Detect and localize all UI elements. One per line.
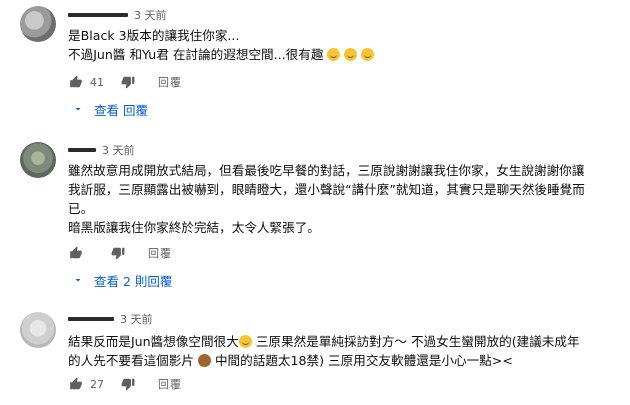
comment-line: 雖然故意用成開放式結局，但看最後吃早餐的對話，三原說謝謝讓我住你家，女生說謝謝你… (68, 163, 585, 178)
comment-header: 3 天前 (68, 312, 153, 326)
avatar[interactable] (20, 6, 56, 42)
thumbs-down-icon[interactable] (120, 74, 136, 90)
view-replies-button[interactable]: 查看 回覆 (70, 99, 148, 119)
comment-actions: 回覆 (68, 243, 172, 263)
author-name-redacted[interactable] (68, 13, 128, 17)
reply-button[interactable]: 回覆 (158, 376, 182, 392)
grinning-emoji-icon (327, 48, 341, 61)
view-replies-button[interactable]: 查看 2 則回覆 (70, 270, 172, 290)
comment-line-with-emoji: 的人先不要看這個影片 中間的話題太18禁) 三原用交友軟體還是小心一點>< (68, 351, 612, 370)
chevron-down-icon (70, 272, 86, 288)
thumbs-up-icon[interactable] (68, 376, 84, 392)
comment-line-with-emoji: 不過Jun醬 和Yu君 在討論的遐想空間...很有趣 (68, 45, 612, 64)
view-replies-label: 查看 回覆 (94, 102, 148, 118)
comment-line: 是Black 3版本的讓我住你家... (68, 28, 240, 43)
grinning-emoji-icon (238, 335, 252, 348)
view-replies-label: 查看 2 則回覆 (94, 273, 173, 289)
comment-time[interactable]: 3 天前 (134, 7, 167, 23)
reply-button[interactable]: 回覆 (158, 74, 182, 90)
comment-line: 暗黑版讓我住你家終於完結，太令人緊張了。 (68, 220, 320, 235)
author-name-redacted[interactable] (68, 317, 114, 321)
grinning-emoji-icon (344, 48, 358, 61)
thumbs-up-icon[interactable] (68, 245, 84, 261)
comment-time[interactable]: 3 天前 (102, 142, 135, 158)
comment-header: 3 天前 (68, 8, 167, 22)
avatar[interactable] (20, 142, 56, 178)
comment-text: 是Black 3版本的讓我住你家... 不過Jun醬 和Yu君 在討論的遐想空間… (68, 26, 612, 64)
comment-line: 中間的話題太18禁) 三原用交友軟體還是小心一點>< (210, 353, 513, 368)
like-count: 41 (90, 75, 104, 89)
see-no-evil-monkey-icon (197, 354, 211, 367)
comment-text: 雖然故意用成開放式結局，但看最後吃早餐的對話，三原說謝謝讓我住你家，女生說謝謝你… (68, 161, 612, 237)
comment-line: 我訢服，三原顯露出被嚇到，眼睛瞪大，還小聲說“講什麼”就知道，其實只是聊天然後睡… (68, 182, 585, 197)
grinning-emoji-icon (361, 48, 375, 61)
reply-button[interactable]: 回覆 (148, 245, 172, 261)
comment-line: 結果反而是Jun醬想像空間很大 (68, 334, 239, 349)
thumbs-down-icon[interactable] (110, 245, 126, 261)
comment-header: 3 天前 (68, 143, 135, 157)
like-count: 27 (90, 377, 104, 391)
comment-actions: 41 回覆 (68, 72, 182, 92)
comment-text: 結果反而是Jun醬想像空間很大 三原果然是單純採訪對方～ 不過女生蠻開放的(建議… (68, 332, 612, 370)
thumbs-down-icon[interactable] (120, 376, 136, 392)
comment-actions: 27 回覆 (68, 374, 182, 394)
avatar[interactable] (20, 312, 56, 348)
comment-line: 已。 (68, 201, 94, 216)
author-name-redacted[interactable] (68, 148, 96, 152)
comment-line: 三原果然是單純採訪對方～ 不過女生蠻開放的(建議未成年 (251, 334, 580, 349)
comment-line: 不過Jun醬 和Yu君 在討論的遐想空間...很有趣 (68, 47, 324, 62)
comment-line-with-emoji: 結果反而是Jun醬想像空間很大 三原果然是單純採訪對方～ 不過女生蠻開放的(建議… (68, 332, 612, 351)
comment-time[interactable]: 3 天前 (120, 311, 153, 327)
chevron-down-icon (70, 101, 86, 117)
thumbs-up-icon[interactable] (68, 74, 84, 90)
comment-line: 的人先不要看這個影片 (68, 353, 194, 368)
